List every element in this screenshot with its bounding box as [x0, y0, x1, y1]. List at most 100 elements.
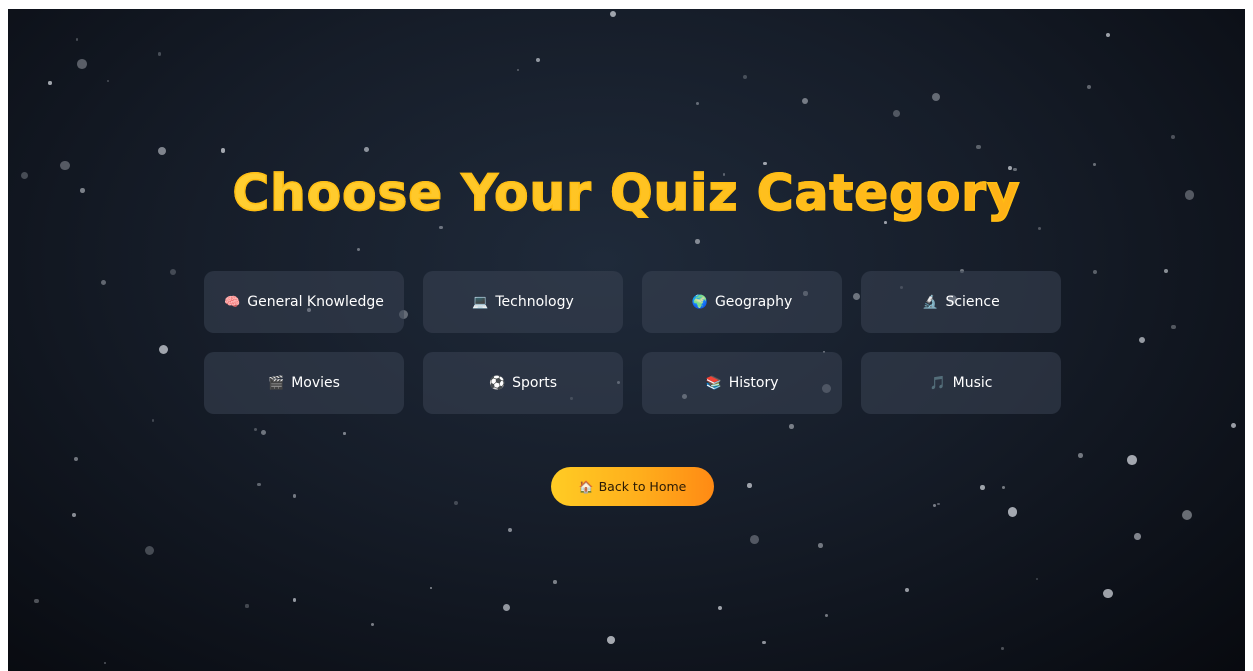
quiz-category-screen: Choose Your Quiz Category 🧠 General Know…: [8, 9, 1245, 671]
star-particle: [695, 239, 700, 244]
star-particle: [48, 81, 52, 85]
music-note-icon: 🎵: [929, 375, 946, 391]
books-icon: 📚: [705, 375, 722, 391]
star-particle: [1171, 134, 1176, 139]
star-particle: [75, 38, 79, 41]
category-music-button[interactable]: 🎵 Music: [861, 352, 1061, 414]
category-general-knowledge-button[interactable]: 🧠 General Knowledge: [204, 271, 404, 333]
star-particle: [1103, 588, 1113, 599]
star-particle: [370, 622, 374, 627]
category-label: Movies: [291, 375, 340, 391]
star-particle: [1171, 324, 1176, 330]
star-particle: [1008, 507, 1018, 517]
star-particle: [718, 606, 723, 611]
star-particle: [439, 225, 443, 230]
star-particle: [1134, 533, 1141, 540]
laptop-icon: 💻: [472, 294, 489, 310]
star-particle: [363, 146, 369, 152]
category-label: Technology: [495, 294, 574, 310]
star-particle: [931, 92, 941, 102]
star-particle: [159, 345, 169, 355]
star-particle: [1230, 423, 1236, 429]
star-particle: [254, 428, 258, 432]
star-particle: [343, 432, 346, 435]
category-label: General Knowledge: [247, 294, 384, 310]
star-particle: [292, 494, 297, 499]
star-particle: [33, 598, 39, 604]
category-movies-button[interactable]: 🎬 Movies: [204, 352, 404, 414]
category-science-button[interactable]: 🔬 Science: [861, 271, 1061, 333]
star-particle: [257, 482, 261, 487]
star-particle: [609, 10, 617, 18]
star-particle: [1087, 84, 1092, 89]
star-particle: [696, 101, 700, 106]
globe-icon: 🌍: [691, 294, 708, 310]
star-particle: [607, 635, 615, 644]
star-particle: [151, 419, 155, 422]
star-particle: [157, 52, 162, 56]
star-particle: [144, 545, 155, 556]
category-label: Science: [945, 294, 1000, 310]
microscope-icon: 🔬: [922, 294, 939, 310]
star-particle: [1078, 453, 1083, 458]
star-particle: [508, 527, 513, 532]
star-particle: [904, 588, 909, 593]
star-particle: [976, 144, 981, 150]
star-particle: [72, 512, 77, 517]
star-particle: [1002, 485, 1006, 490]
page-title: Choose Your Quiz Category: [8, 163, 1245, 223]
star-particle: [220, 147, 226, 153]
star-particle: [1001, 647, 1005, 650]
star-particle: [750, 534, 759, 544]
category-label: Sports: [512, 375, 558, 391]
star-particle: [1106, 33, 1111, 38]
star-particle: [893, 110, 900, 117]
star-particle: [106, 79, 110, 83]
star-particle: [1163, 268, 1168, 273]
house-icon: 🏠: [578, 479, 594, 494]
star-particle: [980, 485, 986, 490]
category-sports-button[interactable]: ⚽ Sports: [423, 352, 623, 414]
back-to-home-label: Back to Home: [598, 479, 687, 494]
category-grid: 🧠 General Knowledge 💻 Technology 🌍 Geogr…: [204, 271, 1061, 414]
star-particle: [292, 597, 297, 602]
star-particle: [937, 502, 940, 506]
star-particle: [516, 68, 519, 71]
star-particle: [817, 543, 823, 548]
star-particle: [747, 483, 752, 488]
brain-icon: 🧠: [224, 294, 241, 310]
star-particle: [502, 603, 511, 612]
star-particle: [762, 641, 766, 645]
clapperboard-icon: 🎬: [268, 375, 285, 391]
star-particle: [1181, 509, 1192, 520]
star-particle: [1127, 454, 1137, 465]
back-to-home-button[interactable]: 🏠 Back to Home: [551, 467, 714, 506]
star-particle: [74, 456, 79, 462]
star-particle: [933, 503, 936, 507]
soccer-ball-icon: ⚽: [488, 375, 506, 391]
star-particle: [742, 74, 748, 79]
star-particle: [552, 580, 557, 584]
star-particle: [1138, 337, 1146, 344]
category-technology-button[interactable]: 💻 Technology: [423, 271, 623, 333]
star-particle: [158, 146, 167, 155]
star-particle: [103, 661, 107, 664]
category-label: Geography: [714, 294, 793, 310]
star-particle: [260, 430, 266, 436]
star-particle: [1036, 578, 1038, 581]
star-particle: [801, 97, 809, 105]
category-geography-button[interactable]: 🌍 Geography: [642, 271, 842, 333]
star-particle: [245, 604, 249, 608]
category-label: History: [728, 375, 779, 391]
star-particle: [789, 424, 794, 430]
category-history-button[interactable]: 📚 History: [642, 352, 842, 414]
category-label: Music: [952, 375, 993, 391]
star-particle: [77, 59, 88, 70]
star-particle: [170, 269, 177, 276]
star-particle: [453, 500, 459, 506]
star-particle: [535, 58, 540, 63]
star-particle: [429, 587, 432, 590]
star-particle: [825, 614, 829, 618]
star-particle: [1093, 269, 1098, 275]
star-particle: [1037, 226, 1041, 230]
